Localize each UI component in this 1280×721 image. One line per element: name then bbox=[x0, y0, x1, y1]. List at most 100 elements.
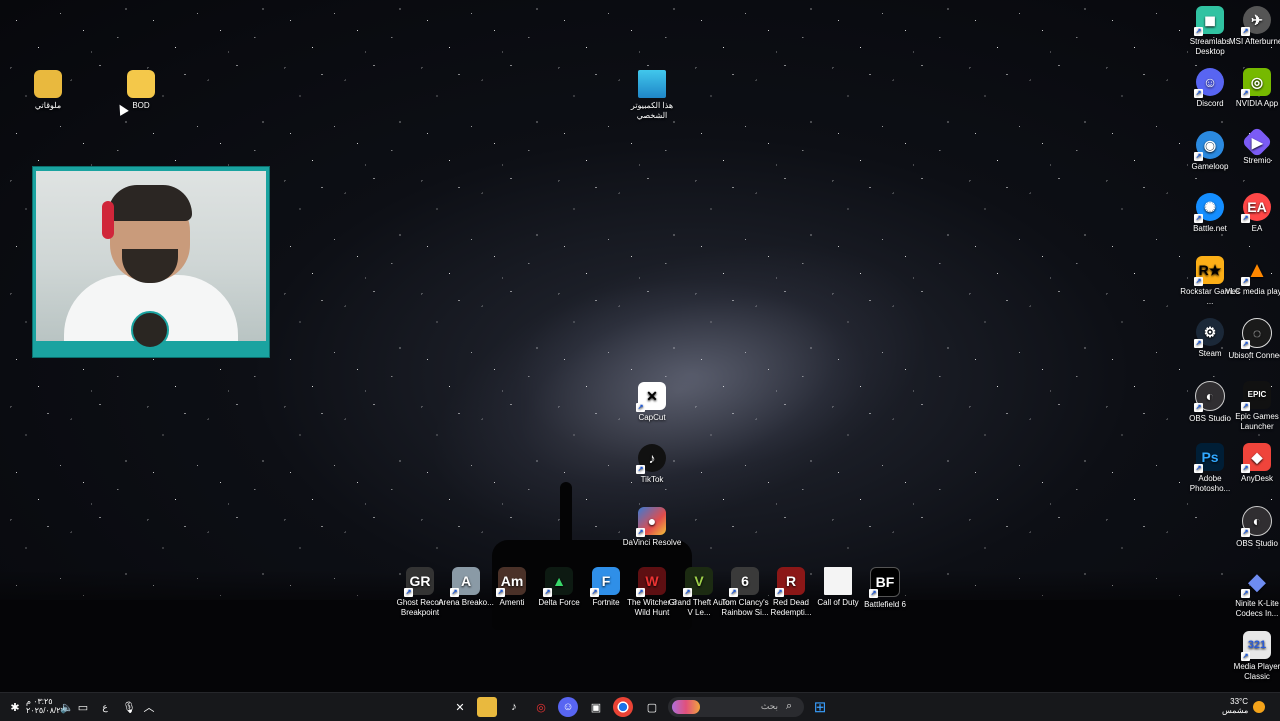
weather-widget[interactable]: 33°C مشمس bbox=[1222, 697, 1248, 715]
chevron-up-icon[interactable]: ︿ bbox=[142, 697, 156, 717]
search-highlight-image bbox=[672, 700, 700, 714]
nvidia-icon: ◎ ↗ bbox=[1241, 68, 1271, 98]
webcam-avatar-badge bbox=[131, 311, 169, 349]
anydesk-icon: ◆ ↗ bbox=[1241, 443, 1271, 473]
desktop-icon-mpc[interactable]: 321 ↗ Media Player Classic bbox=[1225, 631, 1280, 682]
monitor-icon bbox=[638, 70, 666, 98]
desktop-icon-msi-afterburner[interactable]: ✈ ↗ MSI Afterburner bbox=[1225, 6, 1280, 47]
desktop-icon-label: CapCut bbox=[638, 413, 666, 422]
desktop-icon-anydesk[interactable]: ◆ ↗ AnyDesk bbox=[1225, 443, 1280, 484]
epic-games-icon: EPIC ↗ bbox=[1241, 381, 1271, 411]
taskbar-search-box[interactable]: بحث ⌕ bbox=[668, 697, 804, 717]
taskbar-file-explorer-icon[interactable] bbox=[477, 697, 497, 717]
discord-icon: ☺ ↗ bbox=[1194, 68, 1224, 98]
gameloop-icon: ◉ ↗ bbox=[1194, 131, 1224, 161]
microphone-icon[interactable]: 🎙 bbox=[122, 697, 136, 717]
ubisoft-icon: ◌ ↗ bbox=[1241, 318, 1272, 349]
battlefield-icon: BF ↗ bbox=[869, 567, 900, 598]
taskbar-capcut-icon[interactable]: ✕ bbox=[450, 697, 470, 717]
taskbar-task-view-icon[interactable]: ▢ bbox=[642, 697, 662, 717]
desktop-icon-capcut[interactable]: ✕ ↗ CapCut bbox=[620, 382, 684, 423]
taskbar: ✱ ٠٣:٢٥ م ٢٠٢٥/٠٨/٢٧ 🔈 ▭ ع 🎙 ︿ ✕ ♪ ◎ ☺ ▣… bbox=[0, 692, 1280, 721]
desktop-icon-label: NVIDIA App bbox=[1235, 99, 1279, 108]
taskbar-store-icon[interactable]: ▣ bbox=[586, 697, 606, 717]
desktop-icon-stremio[interactable]: ▶ Stremio bbox=[1225, 126, 1280, 166]
search-icon: ⌕ bbox=[786, 700, 793, 712]
webcam-feed bbox=[36, 171, 266, 349]
desktop-icon-label: Epic Games Launcher bbox=[1235, 412, 1279, 431]
weather-temp: 33°C bbox=[1230, 697, 1248, 706]
desktop-icon-vlc[interactable]: ▲↗ VLC media player bbox=[1225, 256, 1280, 297]
capcut-icon: ✕ ↗ bbox=[636, 382, 666, 412]
red-dead-icon: R ↗ bbox=[775, 567, 805, 597]
desktop-icon-ubisoft[interactable]: ◌ ↗ Ubisoft Connect bbox=[1225, 318, 1280, 361]
clock-date: ٢٠٢٥/٠٨/٢٧ bbox=[26, 706, 65, 715]
desktop-icon-label: AnyDesk bbox=[1240, 474, 1273, 483]
weather-desc: مشمس bbox=[1222, 706, 1249, 715]
vlc-cone-icon: ▲ ↗ bbox=[1241, 257, 1268, 286]
desktop-icon-ninite[interactable]: ◆ ↗ Ninite K-Lite Codecs In... bbox=[1225, 568, 1280, 619]
arena-breakout-icon: A ↗ bbox=[450, 567, 480, 597]
desktop-icon-label: Battlefield 6 bbox=[864, 600, 906, 609]
desktop-icon-davinci[interactable]: ● ↗ DaVinci Resolve bbox=[620, 507, 684, 548]
network-icon[interactable]: ▭ bbox=[76, 697, 90, 717]
desktop-icon-label: OBS Studio bbox=[1236, 539, 1278, 548]
desktop-icon-label: هذا الكمبيوتر الشخصي bbox=[630, 101, 674, 120]
webcam-headset bbox=[102, 201, 114, 239]
ghost-recon-icon: GR ↗ bbox=[404, 567, 434, 597]
taskbar-discord-icon[interactable]: ☺ bbox=[558, 697, 578, 717]
desktop-icon-nvidia[interactable]: ◎ ↗ NVIDIA App bbox=[1225, 68, 1280, 109]
ea-icon: EA ↗ bbox=[1241, 193, 1271, 223]
obs-icon: ◐ ↗ bbox=[1194, 381, 1225, 412]
steam-icon: ⚙ ↗ bbox=[1194, 318, 1224, 348]
language-indicator[interactable]: ع bbox=[98, 697, 112, 717]
tiktok-icon: ♪ ↗ bbox=[636, 444, 666, 474]
desktop-icon-label: TikTok bbox=[640, 475, 664, 484]
desktop-icon-folder[interactable]: ملوقاتي bbox=[16, 70, 80, 111]
desktop-icon-tiktok[interactable]: ♪ ↗ TikTok bbox=[620, 444, 684, 485]
desktop-icon-label: DaVinci Resolve bbox=[622, 538, 682, 547]
streamlabs-icon: ◼ ↗ bbox=[1194, 6, 1224, 36]
witcher-icon: W ↗ bbox=[636, 567, 666, 597]
volume-icon[interactable]: 🔈 bbox=[60, 697, 74, 717]
delta-force-icon: ▲ ↗ bbox=[543, 567, 573, 597]
folder-icon bbox=[127, 70, 155, 98]
photoshop-icon: Ps ↗ bbox=[1194, 443, 1224, 473]
amenti-icon: Am ↗ bbox=[496, 567, 526, 597]
desktop-icon-obs-2[interactable]: ◐ ↗ OBS Studio bbox=[1225, 506, 1280, 549]
taskbar-tiktok-icon[interactable]: ♪ bbox=[504, 697, 524, 717]
webcam-overlay bbox=[32, 166, 270, 358]
clock[interactable]: ٠٣:٢٥ م ٢٠٢٥/٠٨/٢٧ bbox=[26, 697, 65, 715]
desktop-icon-label: Ninite K-Lite Codecs In... bbox=[1235, 599, 1279, 618]
clock-time: ٠٣:٢٥ م bbox=[26, 697, 53, 706]
fortnite-icon: F ↗ bbox=[590, 567, 620, 597]
msi-afterburner-icon: ✈ ↗ bbox=[1241, 6, 1271, 36]
sun-icon bbox=[1252, 697, 1266, 717]
desktop-icon-battlefield[interactable]: BF ↗ Battlefield 6 bbox=[853, 567, 917, 610]
desktop-icon-label: MSI Afterburner bbox=[1228, 37, 1280, 46]
desktop-icon-ea[interactable]: EA ↗ EA bbox=[1225, 193, 1280, 234]
desktop-icon-label: ملوقاتي bbox=[34, 101, 62, 110]
desktop-icon-epic[interactable]: EPIC ↗ Epic Games Launcher bbox=[1225, 381, 1280, 432]
settings-gear-icon[interactable]: ✱ bbox=[8, 697, 22, 717]
ninite-icon: ◆ ↗ bbox=[1241, 569, 1266, 598]
rainbow-six-icon: 6 ↗ bbox=[729, 567, 759, 597]
desktop-icon-this-pc[interactable]: هذا الكمبيوتر الشخصي bbox=[620, 70, 684, 121]
rockstar-icon: R★ ↗ bbox=[1194, 256, 1224, 286]
desktop-icon-label: Ubisoft Connect bbox=[1228, 351, 1280, 360]
desktop-icon-label: Media Player Classic bbox=[1233, 662, 1280, 681]
media-player-classic-icon: 321 ↗ bbox=[1241, 631, 1271, 661]
stremio-icon: ▶ bbox=[1241, 126, 1273, 158]
document-icon bbox=[824, 567, 852, 595]
wallpaper-silhouette-person bbox=[560, 482, 572, 542]
search-placeholder: بحث bbox=[760, 701, 778, 711]
taskbar-obs-icon[interactable]: ◎ bbox=[531, 697, 551, 717]
desktop-icon-label: Stremio bbox=[1243, 156, 1271, 165]
taskbar-chrome-icon[interactable] bbox=[613, 697, 633, 717]
desktop-icon-label: VLC media player bbox=[1225, 287, 1280, 296]
webcam-person-hair bbox=[108, 185, 192, 221]
battlenet-icon: ✺ ↗ bbox=[1194, 193, 1224, 223]
start-windows-icon[interactable]: ⊞ bbox=[810, 697, 830, 717]
desktop-icon-label: EA bbox=[1251, 224, 1263, 233]
gta-v-icon: V ↗ bbox=[683, 567, 713, 597]
